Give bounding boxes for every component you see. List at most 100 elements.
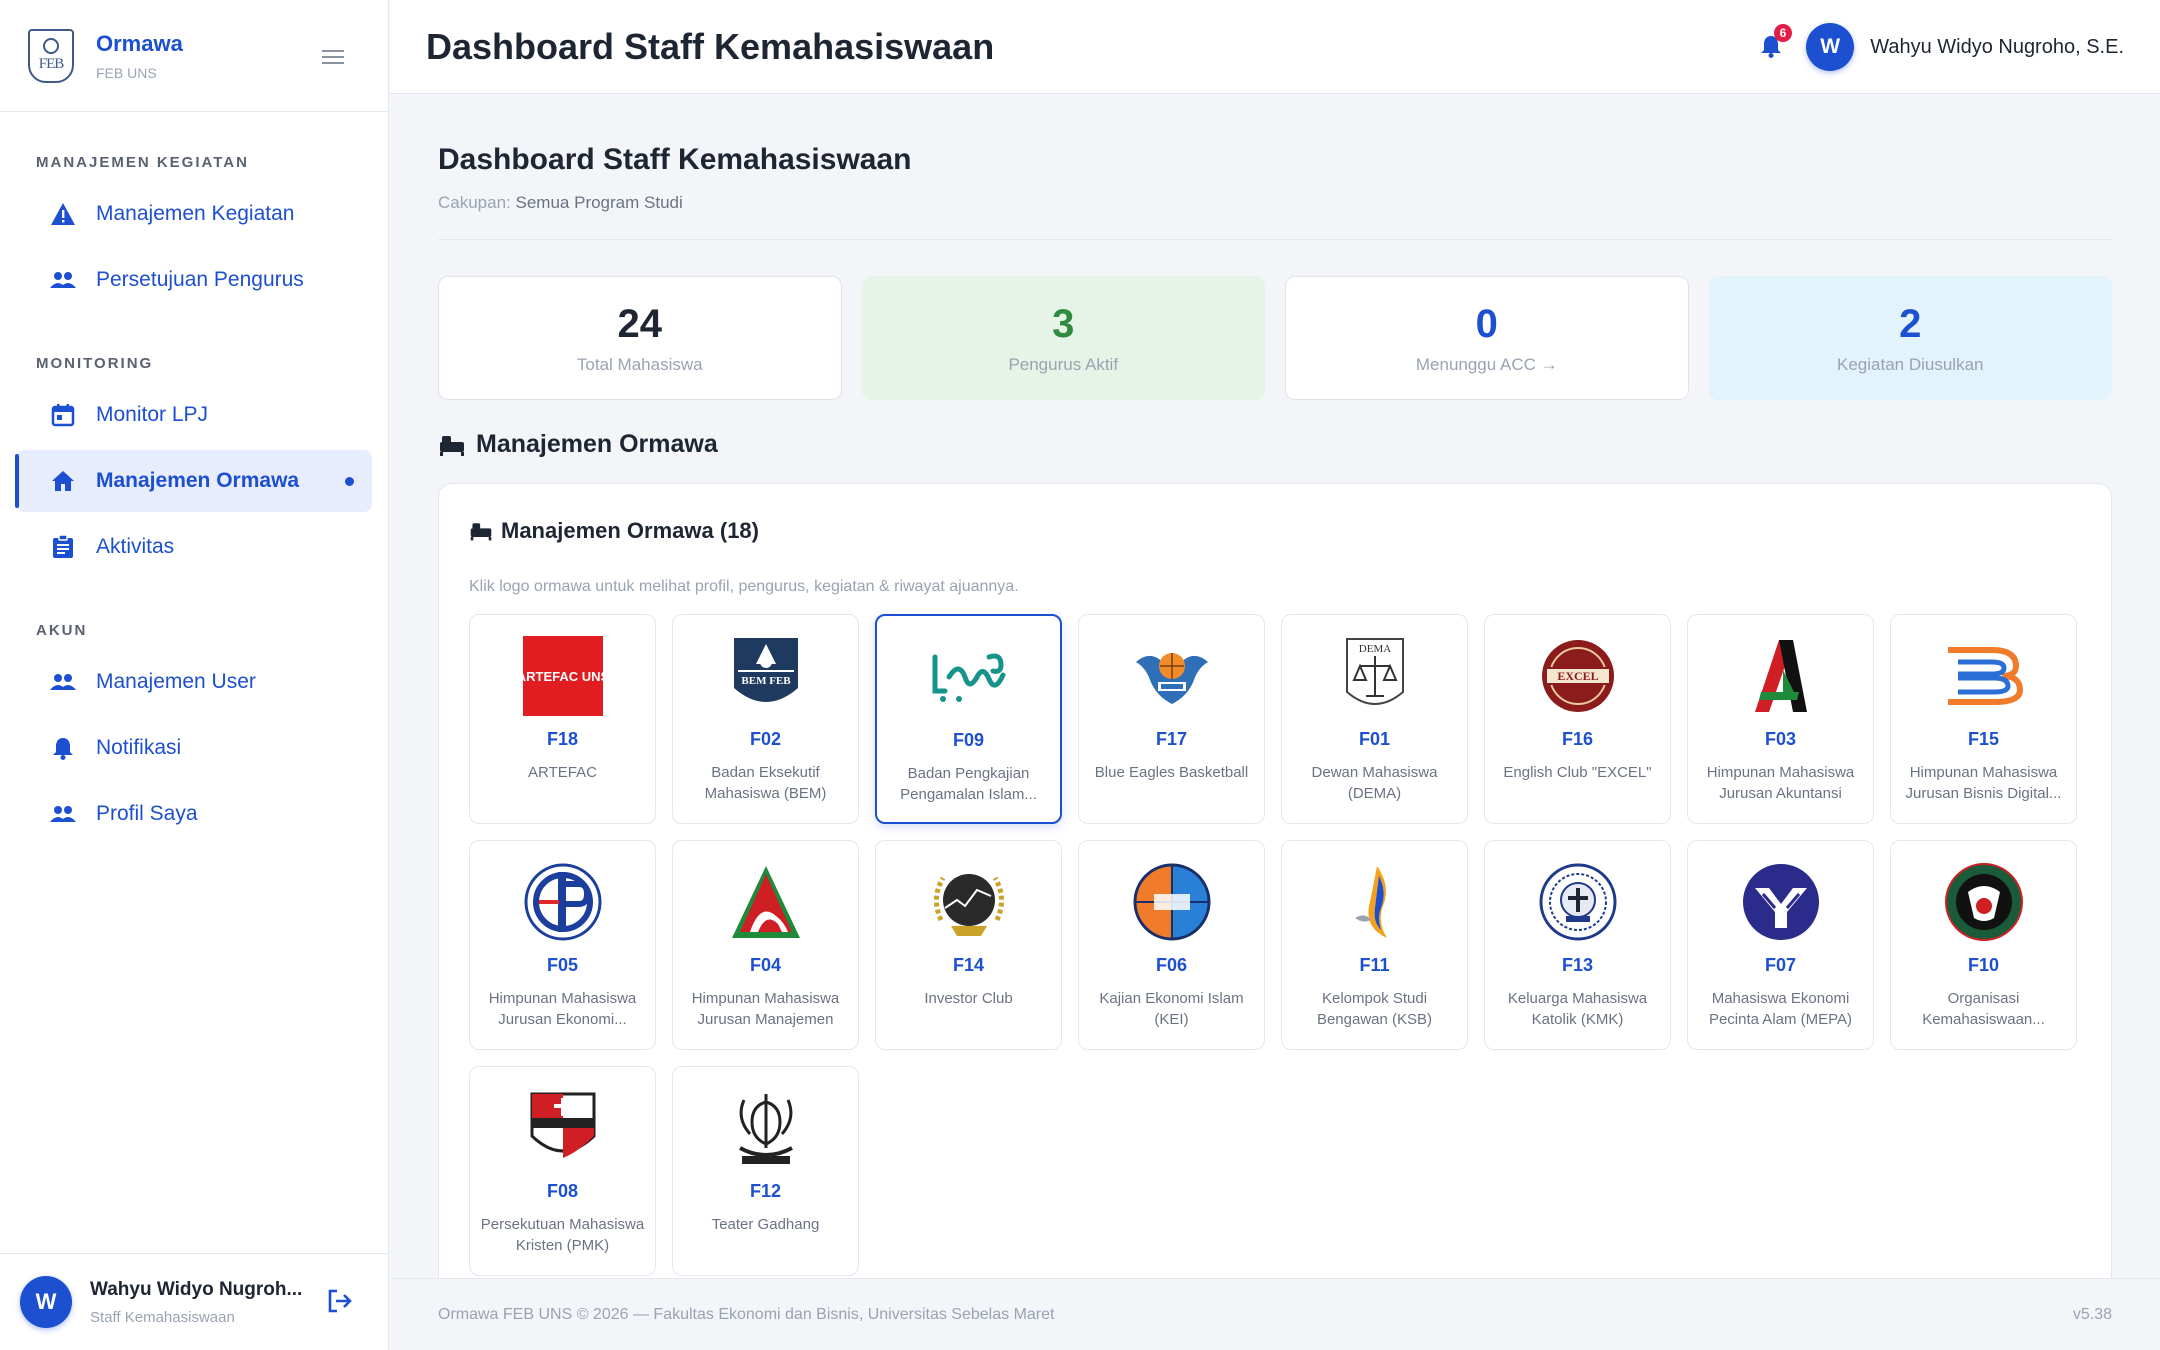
ormawa-name: Himpunan Mahasiswa Jurusan Bisnis Digita…	[1905, 764, 2062, 802]
hmje-logo	[522, 861, 604, 943]
teater-logo	[725, 1087, 807, 1169]
stat-value: 24	[617, 301, 663, 346]
sidebar-item-notifikasi[interactable]: Notifikasi	[16, 717, 372, 779]
ormawa-tile-f15[interactable]: F15 Himpunan Mahasiswa Jurusan Bisnis Di…	[1890, 614, 2077, 824]
ormawa-code: F05	[546, 955, 579, 975]
ormawa-name: English Club "EXCEL"	[1503, 764, 1652, 781]
stat-label: Pengurus Aktif	[1008, 354, 1119, 374]
ormawa-name: Badan Pengkajian Pengamalan Islam...	[900, 765, 1037, 803]
brand-subtitle: FEB UNS	[96, 64, 157, 81]
sidebar-user-role: Staff Kemahasiswaan	[90, 1308, 235, 1326]
ormawa-tile-f03[interactable]: F03 Himpunan Mahasiswa Jurusan Akuntansi	[1687, 614, 1874, 824]
ormawa-code: F03	[1764, 729, 1797, 749]
scope-value: Semua Program Studi	[515, 193, 683, 212]
ormawa-tile-f17[interactable]: F17 Blue Eagles Basketball	[1078, 614, 1265, 824]
bed-icon	[469, 521, 493, 541]
artefac-logo: ARTEFAC UNS	[522, 635, 604, 717]
ormawa-code: F18	[546, 729, 579, 749]
ormawa-tile-f02[interactable]: BEM FEB F02 Badan Eksekutif Mahasiswa (B…	[672, 614, 859, 824]
ormawa-code: F13	[1561, 955, 1594, 975]
warning-icon	[50, 201, 76, 227]
nav-section-title: MONITORING	[36, 355, 154, 372]
notification-bell-icon[interactable]: 6	[1760, 24, 1792, 63]
sidebar-item-manajemen-kegiatan[interactable]: Manajemen Kegiatan	[16, 183, 372, 245]
stat-value: 0	[1475, 301, 1498, 346]
stat-value: 2	[1899, 301, 1922, 346]
top-header: Dashboard Staff Kemahasiswaan 6 W Wahyu …	[390, 0, 2160, 94]
ormawa-name: Himpunan Mahasiswa Jurusan Ekonomi...	[488, 990, 637, 1028]
brand-name: Ormawa	[96, 30, 183, 56]
ormawa-tile-f05[interactable]: F05 Himpunan Mahasiswa Jurusan Ekonomi..…	[469, 840, 656, 1050]
nav-section-title: MANAJEMEN KEGIATAN	[36, 154, 249, 171]
clipboard-icon	[50, 534, 76, 560]
feb-logo: FEB	[28, 28, 74, 83]
stat-pengurus-aktif: 3 Pengurus Aktif	[861, 276, 1265, 400]
stat-menunggu-acc[interactable]: 0 Menunggu ACC →	[1285, 276, 1689, 400]
sidebar-item-manajemen-user[interactable]: Manajemen User	[16, 651, 372, 713]
ormawa-tile-f01[interactable]: DEMA F01 Dewan Mahasiswa (DEMA)	[1281, 614, 1468, 824]
ormawa-tile-f07[interactable]: F07 Mahasiswa Ekonomi Pecinta Alam (MEPA…	[1687, 840, 1874, 1050]
version-label: v5.38	[2072, 1305, 2112, 1323]
ormawa-tile-f06[interactable]: F06 Kajian Ekonomi Islam (KEI)	[1078, 840, 1265, 1050]
bell-icon	[50, 735, 76, 761]
dema-logo-text: DEMA	[1358, 643, 1390, 655]
ormawa-name: Investor Club	[924, 990, 1013, 1007]
ormawa-code: F14	[952, 955, 985, 975]
ormawa-tile-f09[interactable]: F09 Badan Pengkajian Pengamalan Islam...	[875, 614, 1062, 824]
avatar[interactable]: W	[20, 1276, 72, 1328]
ormawa-tile-f04[interactable]: F04 Himpunan Mahasiswa Jurusan Manajemen	[672, 840, 859, 1050]
stat-kegiatan-diusulkan: 2 Kegiatan Diusulkan	[1708, 276, 2112, 400]
dema-logo: DEMA	[1334, 635, 1416, 717]
user-menu[interactable]: W Wahyu Widyo Nugroho, S.E.	[1806, 23, 2124, 71]
ormawa-card: Manajemen Ormawa (18) Klik logo ormawa u…	[438, 483, 2112, 1278]
ormawa-tile-f08[interactable]: F08 Persekutuan Mahasiswa Kristen (PMK)	[469, 1066, 656, 1276]
investor-logo	[928, 861, 1010, 943]
stats-row: 24 Total Mahasiswa 3 Pengurus Aktif 0 Me…	[438, 276, 2112, 400]
ormawa-name: Himpunan Mahasiswa Jurusan Akuntansi	[1706, 764, 1855, 802]
feb-logo-text: FEB	[38, 56, 64, 72]
ormawa-tile-f10[interactable]: F10 Organisasi Kemahasiswaan...	[1890, 840, 2077, 1050]
sidebar-item-label: Notifikasi	[96, 736, 182, 759]
ormawa-code: F16	[1561, 729, 1594, 749]
ormawa-tile-f14[interactable]: F14 Investor Club	[875, 840, 1062, 1050]
stat-value: 3	[1052, 301, 1075, 346]
ormawa-code: F02	[749, 729, 782, 749]
ormawa-code: F17	[1155, 729, 1188, 749]
ormawa-name: Blue Eagles Basketball	[1094, 764, 1249, 781]
ormawa-tile-f13[interactable]: F13 Keluarga Mahasiswa Katolik (KMK)	[1484, 840, 1671, 1050]
menu-toggle-icon[interactable]	[322, 50, 344, 64]
sidebar-item-aktivitas[interactable]: Aktivitas	[16, 516, 372, 578]
eagle-logo	[1131, 635, 1213, 717]
divider	[438, 239, 2112, 240]
sidebar-item-profil-saya[interactable]: Profil Saya	[16, 783, 372, 845]
sidebar-nav: MANAJEMEN KEGIATAN Manajemen Kegiatan Pe…	[0, 112, 388, 845]
ormawa-code: F10	[1967, 955, 2000, 975]
ormawa-code: F15	[1967, 729, 2000, 749]
ormawa-name: ARTEFAC	[528, 764, 597, 781]
people-icon	[50, 267, 76, 293]
calendar-icon	[50, 402, 76, 428]
header-user-name: Wahyu Widyo Nugroho, S.E.	[1870, 35, 2124, 58]
bed-icon	[438, 434, 466, 456]
ormawa-name: Keluarga Mahasiswa Katolik (KMK)	[1507, 990, 1648, 1028]
card-title: Manajemen Ormawa (18)	[501, 518, 759, 543]
sidebar-item-label: Manajemen Ormawa	[96, 469, 300, 492]
sidebar-item-label: Persetujuan Pengurus	[96, 268, 304, 291]
sidebar-item-monitor-lpj[interactable]: Monitor LPJ	[16, 384, 372, 446]
sidebar-item-label: Manajemen User	[96, 670, 256, 693]
stat-total-mahasiswa: 24 Total Mahasiswa	[438, 276, 842, 400]
stat-label: Menunggu ACC →	[1415, 354, 1558, 374]
ormawa-name: Organisasi Kemahasiswaan...	[1922, 990, 2045, 1028]
ormawa-code: F12	[749, 1181, 782, 1201]
ormawa-tile-f16[interactable]: EXCEL F16 English Club "EXCEL"	[1484, 614, 1671, 824]
ormawa-tile-f11[interactable]: F11 Kelompok Studi Bengawan (KSB)	[1281, 840, 1468, 1050]
sidebar-item-manajemen-ormawa[interactable]: Manajemen Ormawa	[15, 450, 372, 512]
avatar: W	[1806, 23, 1855, 71]
ormawa-tile-f18[interactable]: ARTEFAC UNS F18 ARTEFAC	[469, 614, 656, 824]
sidebar-item-persetujuan-pengurus[interactable]: Persetujuan Pengurus	[16, 249, 372, 311]
bem-logo: BEM FEB	[725, 635, 807, 717]
pmk-logo	[522, 1087, 604, 1169]
card-heading: Manajemen Ormawa (18)	[469, 518, 2081, 544]
logout-icon[interactable]	[327, 1288, 353, 1319]
ormawa-tile-f12[interactable]: F12 Teater Gadhang	[672, 1066, 859, 1276]
